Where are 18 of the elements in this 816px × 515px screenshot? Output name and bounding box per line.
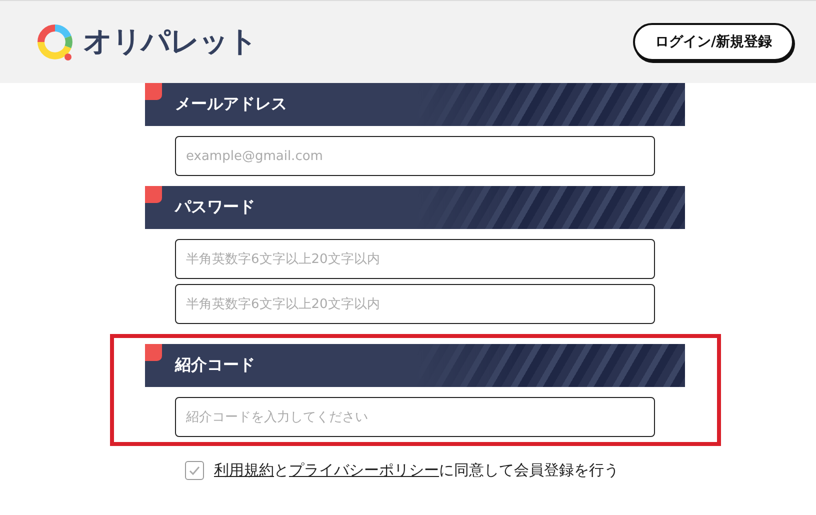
input-field[interactable]: 半角英数字6文字以上20文字以内 [175,239,655,279]
corner-marker [145,186,162,203]
terms-link[interactable]: プライバシーポリシー [289,461,439,479]
check-icon [188,464,201,477]
section-title: 紹介コード [175,355,255,376]
agree-checkbox[interactable] [185,461,204,480]
section-title: パスワード [175,197,255,218]
agreement-text: 利用規約 と プライバシーポリシーに同意して会員登録を行う [214,461,619,480]
input-field[interactable]: 半角英数字6文字以上20文字以内 [175,284,655,324]
logo-text: オリパレット [83,23,257,60]
corner-marker [145,344,162,361]
corner-marker [145,83,162,100]
input-field[interactable]: 紹介コードを入力してください [175,397,655,437]
login-button[interactable]: ログイン/新規登録 [633,23,794,61]
terms-link[interactable]: 利用規約 [214,461,274,479]
section-title: メールアドレス [175,94,287,115]
logo-icon [35,22,75,62]
input-field[interactable]: example@gmail.com [175,136,655,176]
